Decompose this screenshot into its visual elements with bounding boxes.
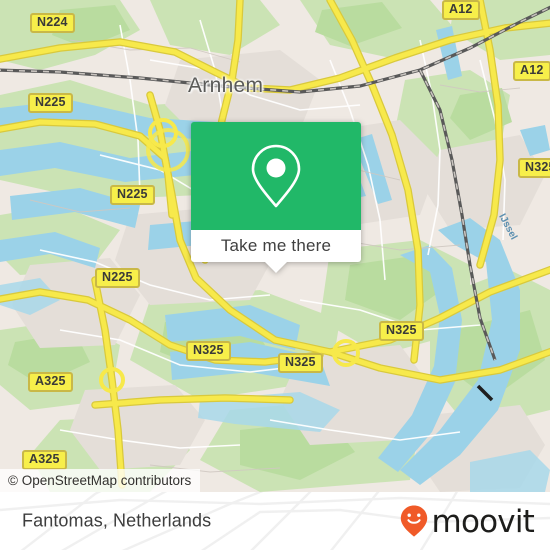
- moovit-map-screenshot: Arnhem IJssel N224 N225 N225 N225 A325 A325 N3…: [0, 0, 550, 550]
- road-shield-n224-0: N224: [30, 13, 75, 33]
- road-shield-a325-4: A325: [28, 372, 73, 392]
- road-shield-n225-3: N225: [95, 268, 140, 288]
- road-shield-a12-11: A12: [442, 0, 480, 20]
- road-shield-a325-5: A325: [22, 450, 67, 470]
- road-shield-n325-9: N325: [518, 158, 550, 178]
- road-shield-n225-1: N225: [28, 93, 73, 113]
- place-name-label: Fantomas, Netherlands: [22, 510, 212, 531]
- callout-pointer-tail: [265, 262, 287, 273]
- road-shield-a12-10: A12: [513, 61, 550, 81]
- callout-icon-panel: [191, 122, 361, 230]
- road-shield-n325-6: N325: [186, 341, 231, 361]
- road-shield-n325-8: N325: [379, 321, 424, 341]
- moovit-wordmark: moovit: [431, 503, 535, 540]
- moovit-brand[interactable]: moovit: [399, 503, 535, 540]
- take-me-there-callout[interactable]: Take me there: [191, 122, 361, 273]
- map-pin-icon: [251, 144, 301, 208]
- road-shield-n325-7: N325: [278, 353, 323, 373]
- moovit-pin-smiley-icon: [400, 505, 427, 537]
- map-canvas[interactable]: Arnhem IJssel N224 N225 N225 N225 A325 A325 N3…: [0, 0, 550, 492]
- take-me-there-label: Take me there: [220, 236, 332, 255]
- road-shield-n225-2: N225: [110, 185, 155, 205]
- bottom-info-bar: Fantomas, Netherlands moovit: [0, 492, 550, 550]
- callout-action-bar[interactable]: Take me there: [191, 230, 361, 273]
- osm-attribution[interactable]: © OpenStreetMap contributors: [0, 469, 201, 492]
